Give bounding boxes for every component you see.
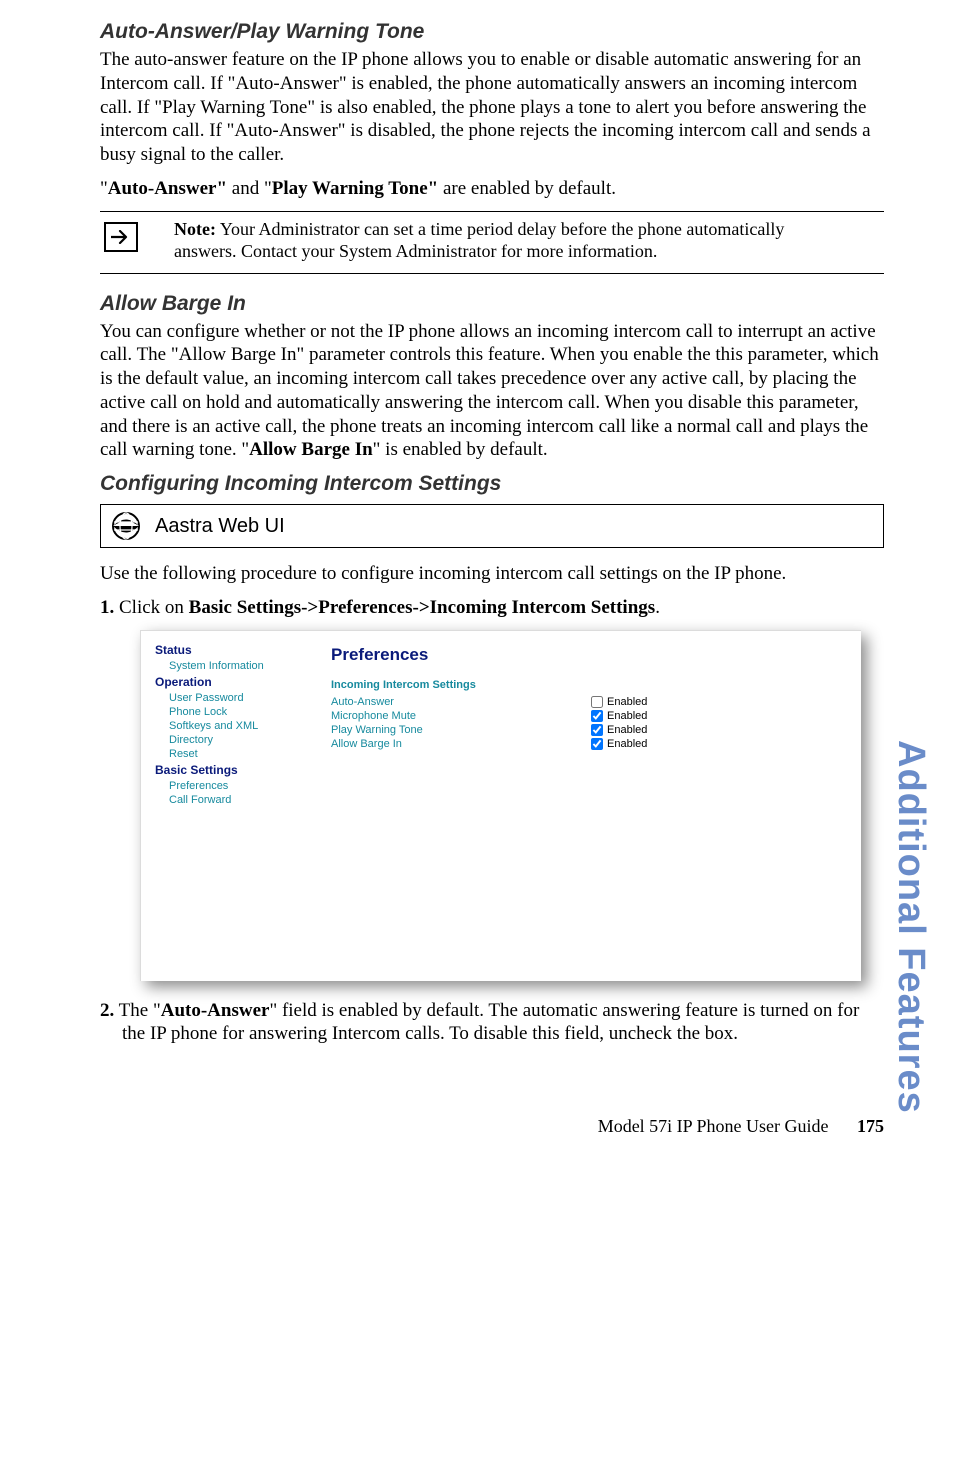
step-1: 1. Click on Basic Settings->Preferences-… (100, 596, 884, 620)
text-enabled-2: Enabled (607, 724, 647, 736)
nav-system-information[interactable]: System Information (155, 659, 293, 673)
nav-reset[interactable]: Reset (155, 747, 293, 761)
label-microphone-mute: Microphone Mute (331, 710, 591, 722)
step-2: 2. The "Auto-Answer" field is enabled by… (100, 999, 884, 1047)
para-auto-answer: The auto-answer feature on the IP phone … (100, 48, 884, 167)
nav-directory[interactable]: Directory (155, 733, 293, 747)
nav-header-operation: Operation (155, 675, 293, 689)
text-enabled-1: Enabled (607, 710, 647, 722)
para-allow-barge: You can configure whether or not the IP … (100, 320, 884, 463)
side-tab: Additional Features (889, 740, 932, 1114)
row-auto-answer: Auto-Answer Enabled (331, 695, 801, 709)
footer-page: 175 (857, 1116, 884, 1136)
label-play-warning: Play Warning Tone (331, 724, 591, 736)
text-enabled-3: Enabled (607, 738, 647, 750)
footer: Model 57i IP Phone User Guide 175 (0, 1086, 954, 1137)
note-block: Note: Your Administrator can set a time … (100, 211, 884, 274)
nav-phone-lock[interactable]: Phone Lock (155, 705, 293, 719)
footer-text: Model 57i IP Phone User Guide (598, 1116, 829, 1136)
checkbox-microphone-mute[interactable] (591, 710, 603, 722)
nav-user-password[interactable]: User Password (155, 691, 293, 705)
nav-call-forward[interactable]: Call Forward (155, 793, 293, 807)
row-allow-barge: Allow Barge In Enabled (331, 737, 801, 751)
row-play-warning: Play Warning Tone Enabled (331, 723, 801, 737)
note-text: Note: Your Administrator can set a time … (174, 218, 884, 263)
label-allow-barge: Allow Barge In (331, 738, 591, 750)
nav-preferences[interactable]: Preferences (155, 779, 293, 793)
nav-header-basic-settings: Basic Settings (155, 763, 293, 777)
heading-allow-barge: Allow Barge In (100, 292, 884, 316)
checkbox-allow-barge[interactable] (591, 738, 603, 750)
nav-softkeys-xml[interactable]: Softkeys and XML (155, 719, 293, 733)
heading-auto-answer: Auto-Answer/Play Warning Tone (100, 20, 884, 44)
arrow-right-icon (104, 222, 138, 252)
nav-header-status: Status (155, 643, 293, 657)
para-configure-intro: Use the following procedure to configure… (100, 562, 884, 586)
heading-configuring: Configuring Incoming Intercom Settings (100, 472, 884, 496)
label-auto-answer: Auto-Answer (331, 696, 591, 708)
webui-label: Aastra Web UI (155, 515, 285, 538)
row-microphone-mute: Microphone Mute Enabled (331, 709, 801, 723)
checkbox-auto-answer[interactable] (591, 696, 603, 708)
webui-box: Aastra Web UI (100, 504, 884, 548)
checkbox-play-warning[interactable] (591, 724, 603, 736)
text-enabled-0: Enabled (607, 696, 647, 708)
screenshot-title: Preferences (331, 645, 801, 665)
para-defaults: "Auto-Answer" and "Play Warning Tone" ar… (100, 177, 884, 201)
globe-icon (111, 511, 141, 541)
screenshot-subtitle: Incoming Intercom Settings (331, 679, 801, 691)
preferences-screenshot: Status System Information Operation User… (140, 630, 861, 981)
